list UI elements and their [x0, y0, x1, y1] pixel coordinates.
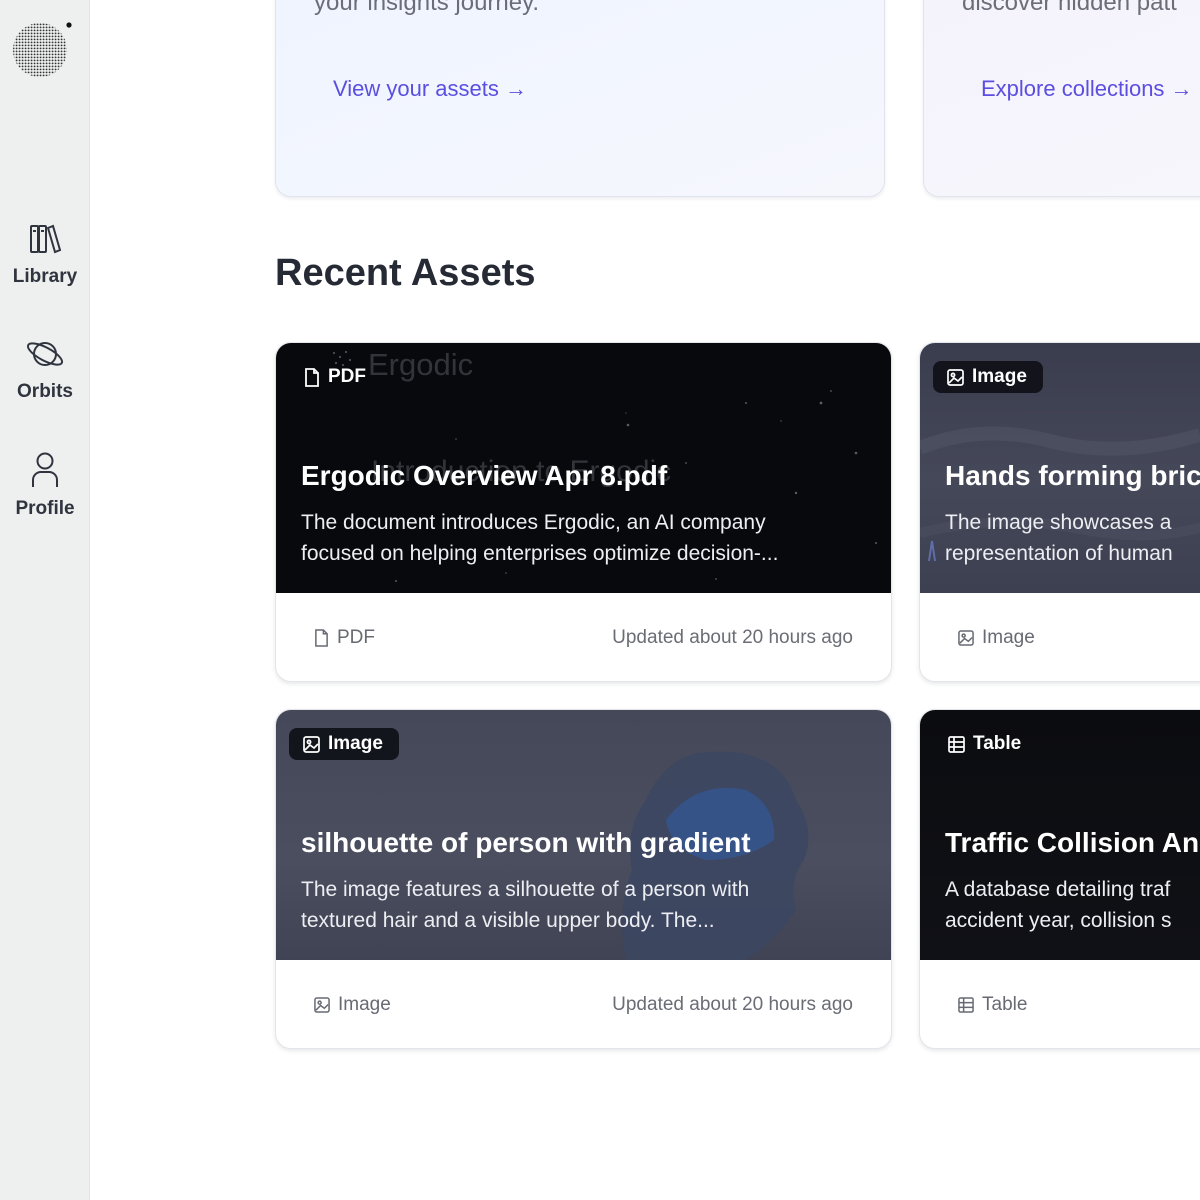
promo-card-collections: discover hidden patt Explore collections…	[923, 0, 1200, 197]
sidebar: Library Orbits Profile	[0, 0, 90, 1200]
asset-description: A database detailing traf accident year,…	[945, 878, 1172, 932]
library-icon	[30, 224, 62, 254]
footer-type-label: Image	[982, 627, 1035, 648]
file-icon	[315, 629, 328, 647]
asset-title: silhouette of person with gradient	[301, 827, 751, 858]
sidebar-item-orbits[interactable]: Orbits	[0, 337, 90, 403]
type-badge-label: PDF	[328, 366, 366, 387]
type-badge-label: Image	[328, 733, 383, 754]
type-badge: PDF	[290, 361, 382, 393]
sidebar-item-library[interactable]: Library	[0, 222, 90, 288]
updated-timestamp: Updated about 20 hours ago	[612, 627, 853, 648]
logo-icon[interactable]	[12, 20, 72, 80]
footer-type: Image	[314, 994, 391, 1016]
view-assets-link[interactable]: View your assets →	[333, 76, 527, 102]
image-icon	[958, 630, 974, 646]
image-icon	[947, 368, 964, 386]
sidebar-item-profile[interactable]: Profile	[0, 452, 90, 520]
planet-icon	[26, 342, 64, 366]
table-icon	[948, 735, 965, 753]
hero-brand-text: Ergodic	[368, 347, 474, 382]
card-footer: PDF Updated about 20 hours ago	[276, 593, 891, 681]
file-icon	[305, 367, 319, 387]
updated-timestamp: Updated about 20 hours ago	[612, 994, 853, 1015]
sidebar-item-label: Profile	[15, 498, 75, 519]
explore-collections-link[interactable]: Explore collections →	[981, 76, 1193, 102]
asset-title: Ergodic Overview Apr 8.pdf	[301, 460, 668, 491]
table-icon	[958, 997, 974, 1013]
type-badge-label: Table	[973, 733, 1022, 754]
card-footer: Image Updated about 20 hours ago	[276, 960, 891, 1048]
card-thumbnail: Image Hands forming bric The image showc…	[920, 343, 1200, 593]
asset-card-image[interactable]: Image silhouette of person with gradient…	[275, 709, 892, 1049]
promo-card-assets: your insights journey. View your assets …	[275, 0, 885, 197]
asset-description: The document introduces Ergodic, an AI c…	[301, 511, 779, 565]
footer-type: Image	[958, 627, 1035, 649]
promo-text: discover hidden patt	[962, 0, 1177, 16]
image-icon	[303, 735, 320, 753]
promo-text: your insights journey.	[314, 0, 539, 16]
asset-description: The image features a silhouette of a per…	[301, 878, 750, 932]
sidebar-item-label: Library	[12, 266, 78, 287]
footer-type: Table	[958, 994, 1027, 1016]
type-badge: Image	[933, 361, 1043, 393]
footer-type-label: Image	[338, 994, 391, 1015]
asset-title: Traffic Collision An	[945, 827, 1200, 858]
type-badge: Table	[934, 728, 1037, 760]
section-title: Recent Assets	[275, 252, 536, 294]
image-icon	[314, 997, 330, 1013]
card-thumbnail: Ergodic Introduction to Ergodic PDF Ergo…	[276, 343, 891, 593]
footer-type-label: PDF	[337, 627, 375, 648]
user-icon	[32, 452, 58, 487]
type-badge: Image	[289, 728, 399, 760]
footer-type-label: Table	[982, 994, 1028, 1015]
card-thumbnail: Image silhouette of person with gradient…	[276, 710, 891, 960]
asset-description: The image showcases a representation of …	[945, 511, 1173, 565]
card-footer: Table	[920, 960, 1200, 1048]
asset-card-image[interactable]: Image Hands forming bric The image showc…	[919, 342, 1200, 682]
type-badge-label: Image	[972, 366, 1027, 387]
footer-type: PDF	[314, 627, 375, 649]
sidebar-item-label: Orbits	[17, 381, 73, 402]
card-thumbnail: Table Traffic Collision An A database de…	[920, 710, 1200, 960]
card-footer: Image	[920, 593, 1200, 681]
asset-card-pdf[interactable]: Ergodic Introduction to Ergodic PDF Ergo…	[275, 342, 892, 682]
app-page: Library Orbits Profile your insights jou…	[0, 0, 1200, 1200]
asset-card-table[interactable]: Table Traffic Collision An A database de…	[919, 709, 1200, 1049]
asset-title: Hands forming bric	[945, 460, 1200, 491]
